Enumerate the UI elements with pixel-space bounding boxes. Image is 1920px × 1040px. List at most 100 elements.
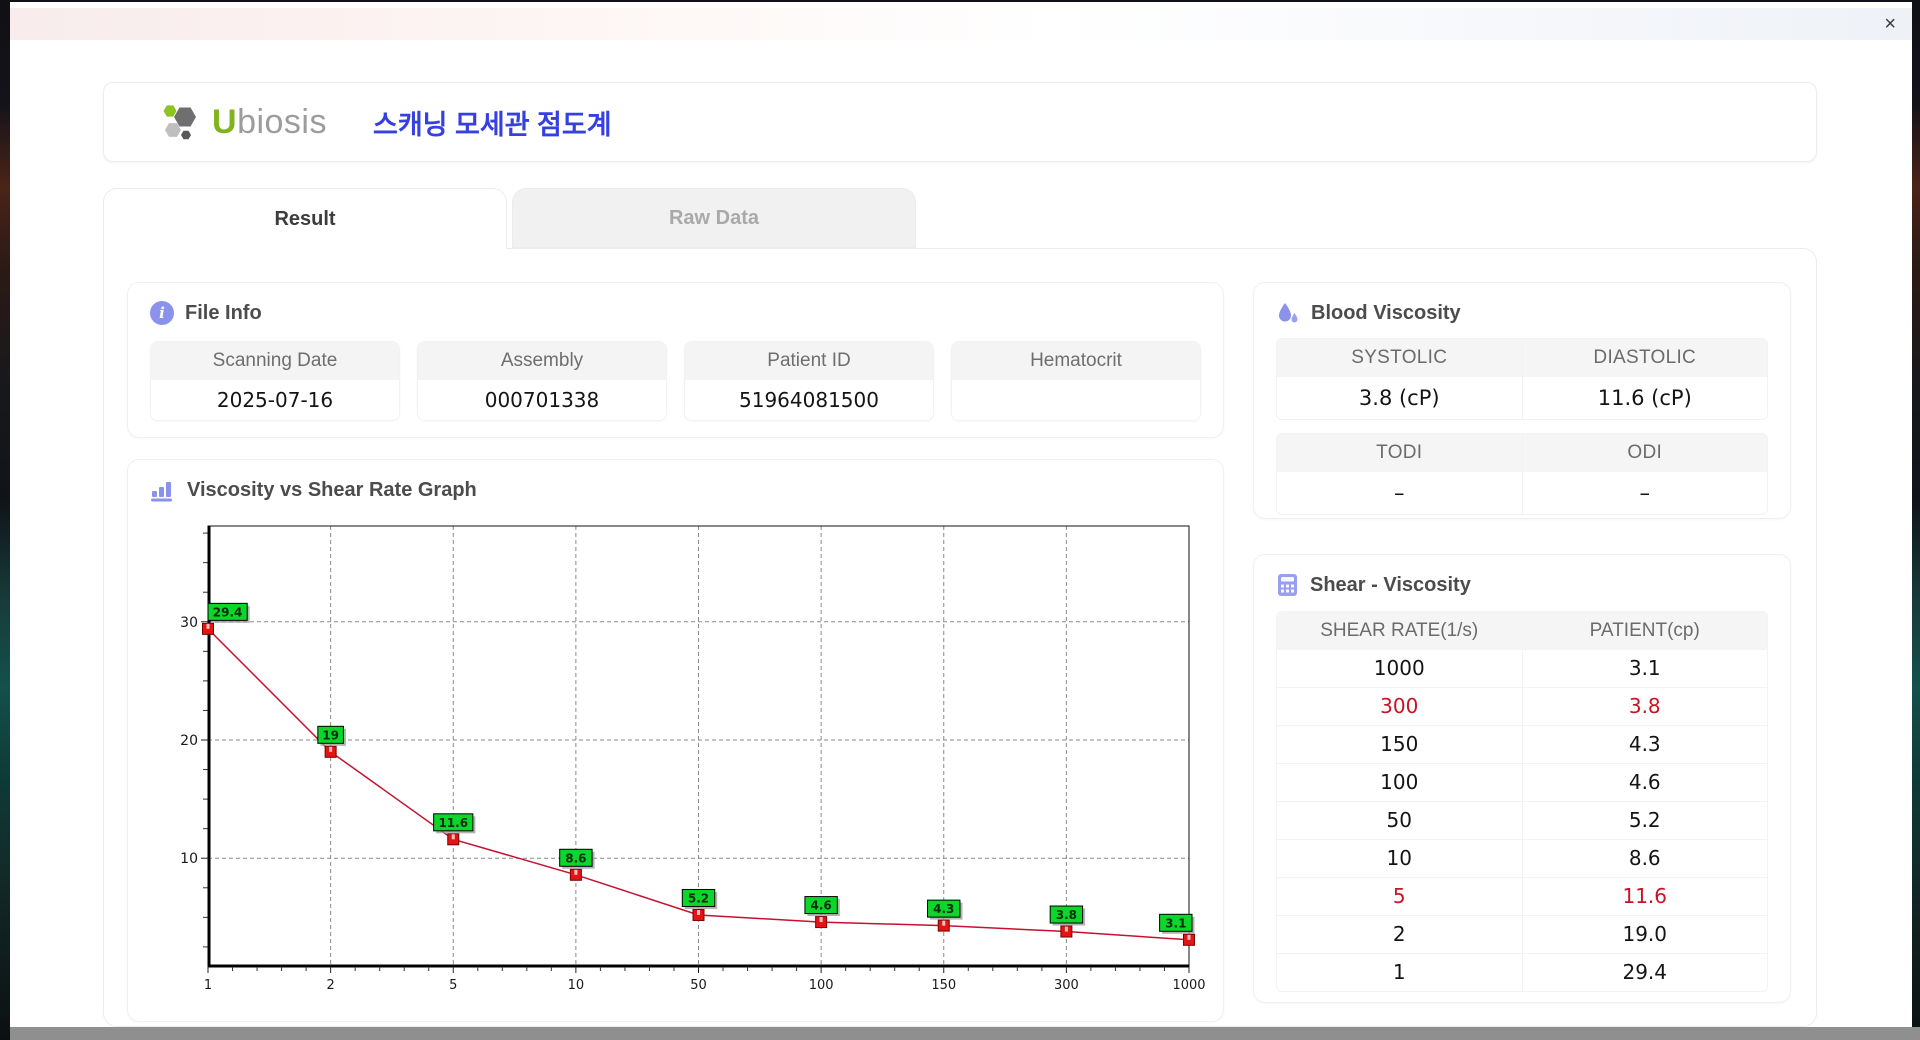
systolic-label: SYSTOLIC — [1277, 339, 1522, 377]
field-label: Patient ID — [685, 342, 933, 380]
graph-card: Viscosity vs Shear Rate Graph 10 20 30 1 2 5 1… — [127, 459, 1224, 1022]
field-value: 2025-07-16 — [151, 380, 399, 420]
viscosity-chart: 10 20 30 1 2 5 10 50 100 150 300 1000 29.4 19 11.6 8.6 5… — [180, 525, 1206, 993]
patient-viscosity-cell: 29.4 — [1521, 954, 1768, 991]
patient-column-header: PATIENT(cp) — [1521, 612, 1767, 650]
odi-label: ODI — [1521, 434, 1767, 472]
titlebar: × — [10, 8, 1912, 40]
bar-chart-icon — [151, 482, 172, 502]
result-panel: i File Info Scanning Date 2025-07-16 Ass… — [103, 248, 1817, 1027]
svg-text:8.6: 8.6 — [565, 851, 586, 865]
svg-text:1000: 1000 — [1172, 978, 1205, 993]
patient-viscosity-cell: 11.6 — [1521, 878, 1768, 915]
header-card: Ubiosis 스캐닝 모세관 점도계 — [103, 82, 1817, 162]
patient-viscosity-cell: 19.0 — [1521, 916, 1768, 953]
blood-viscosity-card: Blood Viscosity SYSTOLIC DIASTOLIC 3.8 (… — [1253, 282, 1791, 519]
svg-text:10: 10 — [180, 851, 198, 867]
svg-text:3.1: 3.1 — [1165, 916, 1186, 930]
graph-title-row: Viscosity vs Shear Rate Graph — [150, 478, 1201, 502]
graph-title: Viscosity vs Shear Rate Graph — [187, 478, 477, 501]
svg-text:29.4: 29.4 — [213, 605, 243, 619]
tab-bar: Result Raw Data — [103, 188, 1817, 249]
table-row: 10 8.6 — [1277, 839, 1767, 877]
bv-systolic-diastolic-group: SYSTOLIC DIASTOLIC 3.8 (cP) 11.6 (cP) — [1276, 338, 1768, 420]
svg-text:11.6: 11.6 — [438, 816, 468, 830]
chart-wrap: 10 20 30 1 2 5 10 50 100 150 300 1000 29.4 19 11.6 8.6 5… — [168, 516, 1206, 1003]
svg-text:5: 5 — [449, 978, 457, 993]
blood-viscosity-title-row: Blood Viscosity — [1276, 301, 1768, 325]
svg-text:100: 100 — [809, 978, 834, 993]
bottom-strip — [10, 1027, 1920, 1040]
field-value: 000701338 — [418, 380, 666, 420]
hexagon-logo-icon — [163, 105, 196, 140]
shear-rate-cell: 1000 — [1373, 656, 1425, 680]
field-label: Hematocrit — [952, 342, 1200, 380]
calculator-icon — [1278, 574, 1297, 596]
left-column: i File Info Scanning Date 2025-07-16 Ass… — [127, 282, 1224, 1022]
shear-rate-column-header: SHEAR RATE(1/s) — [1277, 612, 1522, 650]
file-info-card: i File Info Scanning Date 2025-07-16 Ass… — [127, 282, 1224, 438]
diastolic-label: DIASTOLIC — [1521, 339, 1767, 377]
systolic-value: 3.8 (cP) — [1358, 386, 1440, 410]
logo-text: Ubiosis — [212, 103, 327, 142]
svg-text:4.3: 4.3 — [933, 902, 954, 916]
shear-rate-cell: 5 — [1392, 884, 1406, 908]
tab-result[interactable]: Result — [103, 188, 507, 249]
file-info-grid: Scanning Date 2025-07-16 Assembly 000701… — [150, 341, 1201, 421]
shear-rate-cell: 1 — [1392, 960, 1406, 984]
table-row: 1000 3.1 — [1277, 650, 1767, 687]
svg-text:150: 150 — [931, 978, 956, 993]
svg-text:19: 19 — [322, 728, 339, 742]
svg-text:50: 50 — [690, 978, 707, 993]
field-value — [952, 380, 1200, 420]
shear-rate-cell: 50 — [1386, 808, 1412, 832]
shear-rate-cell: 2 — [1392, 922, 1406, 946]
table-row: 100 4.6 — [1277, 763, 1767, 801]
tab-raw-data[interactable]: Raw Data — [512, 188, 916, 248]
patient-viscosity-cell: 4.6 — [1521, 764, 1768, 801]
svg-text:2: 2 — [326, 978, 334, 993]
logo-u: U — [212, 102, 238, 141]
ubiosis-logo: Ubiosis — [160, 102, 327, 142]
table-row: 150 4.3 — [1277, 725, 1767, 763]
diastolic-value: 11.6 (cP) — [1521, 377, 1768, 419]
app-window: × Ubiosis 스캐닝 모세관 점도계 Result Raw Data i … — [10, 2, 1912, 1027]
bv-value-row: – – — [1277, 472, 1767, 514]
shear-rate-cell: 300 — [1380, 694, 1419, 718]
table-row: 5 11.6 — [1277, 877, 1767, 915]
close-icon[interactable]: × — [1884, 11, 1896, 37]
field-label: Scanning Date — [151, 342, 399, 380]
app-title: 스캐닝 모세관 점도계 — [373, 109, 612, 140]
table-row: 2 19.0 — [1277, 915, 1767, 953]
shear-viscosity-title: Shear - Viscosity — [1310, 573, 1471, 596]
bv-todi-odi-group: TODI ODI – – — [1276, 433, 1768, 515]
info-icon: i — [150, 301, 174, 325]
field-value: 51964081500 — [685, 380, 933, 420]
shear-rate-cell: 100 — [1380, 770, 1419, 794]
file-info-title: File Info — [185, 301, 262, 324]
shear-table-header: SHEAR RATE(1/s) PATIENT(cp) — [1277, 612, 1767, 650]
todi-label: TODI — [1277, 434, 1522, 472]
svg-text:1: 1 — [204, 978, 212, 993]
field-scanning-date: Scanning Date 2025-07-16 — [150, 341, 400, 421]
table-row: 1 29.4 — [1277, 953, 1767, 991]
shear-viscosity-title-row: Shear - Viscosity — [1276, 573, 1768, 597]
bv-header-row: SYSTOLIC DIASTOLIC — [1277, 339, 1767, 377]
blood-viscosity-title: Blood Viscosity — [1311, 301, 1461, 324]
shear-viscosity-table: SHEAR RATE(1/s) PATIENT(cp) 1000 3.1 300 3.… — [1276, 611, 1768, 992]
shear-table-body: 1000 3.1 300 3.8 150 4.3 100 4.6 50 5.2 10 8.6 5 11.6… — [1277, 650, 1767, 991]
patient-viscosity-cell: 5.2 — [1521, 802, 1768, 839]
right-column: Blood Viscosity SYSTOLIC DIASTOLIC 3.8 (… — [1253, 282, 1791, 1020]
svg-text:3.8: 3.8 — [1056, 908, 1077, 922]
table-row: 300 3.8 — [1277, 687, 1767, 725]
shear-viscosity-card: Shear - Viscosity SHEAR RATE(1/s) PATIEN… — [1253, 554, 1791, 1003]
field-label: Assembly — [418, 342, 666, 380]
field-patient-id: Patient ID 51964081500 — [684, 341, 934, 421]
svg-text:5.2: 5.2 — [688, 891, 709, 905]
logo-rest: biosis — [237, 102, 327, 141]
main-content: Ubiosis 스캐닝 모세관 점도계 Result Raw Data i Fi… — [10, 40, 1912, 1027]
svg-text:10: 10 — [568, 978, 585, 993]
bv-header-row: TODI ODI — [1277, 434, 1767, 472]
shear-rate-cell: 10 — [1386, 846, 1412, 870]
odi-value: – — [1521, 472, 1768, 514]
